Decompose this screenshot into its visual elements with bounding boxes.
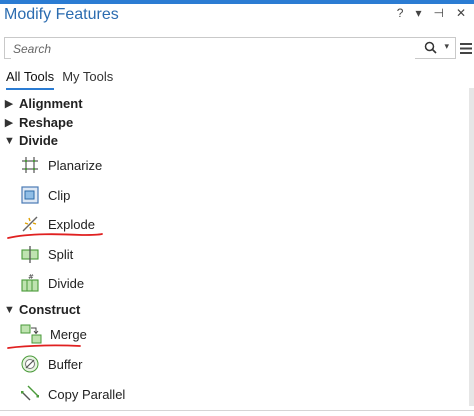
category-construct[interactable]: ▼ Construct [4, 302, 80, 317]
close-icon[interactable]: ✕ [456, 6, 466, 20]
tool-planarize[interactable]: Planarize [20, 154, 102, 176]
tool-label: Copy Parallel [48, 386, 126, 402]
tool-tabs: All Tools My Tools [6, 68, 113, 90]
buffer-icon [20, 354, 40, 374]
pin-icon[interactable]: ⊣ [433, 6, 443, 20]
options-dropdown-icon[interactable]: ▾ [415, 6, 421, 20]
divider [0, 410, 474, 411]
category-label: Reshape [19, 115, 74, 130]
copy-parallel-icon [20, 384, 40, 404]
tool-label: Clip [48, 187, 71, 203]
search-icon[interactable] [424, 41, 437, 59]
red-underline-annotation [7, 233, 103, 239]
search-options-chevron-icon[interactable]: ▾ [444, 41, 449, 52]
svg-text:#: # [28, 273, 34, 281]
category-label: Construct [19, 302, 81, 317]
split-icon [20, 244, 40, 264]
red-underline-annotation [7, 344, 81, 349]
chevron-down-icon: ▼ [4, 134, 15, 147]
clip-icon [20, 185, 40, 205]
planarize-icon [20, 155, 40, 175]
tool-label: Split [48, 246, 74, 262]
chevron-right-icon: ▶ [4, 98, 14, 110]
help-icon[interactable]: ? [397, 6, 404, 20]
tool-buffer[interactable]: Buffer [20, 353, 82, 375]
tab-all-tools[interactable]: All Tools [6, 68, 55, 90]
window-top-accent [0, 0, 474, 4]
tool-label: Planarize [48, 157, 103, 173]
scrollbar[interactable] [469, 88, 474, 406]
search-box: ▾ [4, 37, 456, 60]
category-label: Divide [19, 133, 59, 148]
tool-label: Buffer [48, 356, 83, 372]
tool-split[interactable]: Split [20, 243, 73, 265]
tool-divide[interactable]: # Divide [20, 272, 84, 294]
search-input[interactable] [11, 38, 415, 60]
category-reshape[interactable]: ▶ Reshape [4, 115, 73, 130]
chevron-down-icon: ▼ [4, 303, 15, 316]
pane-controls: ? ▾ ⊣ ✕ [397, 6, 466, 20]
tool-clip[interactable]: Clip [20, 184, 70, 206]
chevron-right-icon: ▶ [4, 117, 14, 129]
category-label: Alignment [19, 96, 83, 111]
divide-icon: # [20, 273, 40, 293]
menu-icon[interactable] [460, 41, 472, 59]
category-divide[interactable]: ▼ Divide [4, 133, 58, 148]
tool-label: Divide [48, 275, 85, 291]
pane-title: Modify Features [4, 6, 119, 23]
tab-my-tools[interactable]: My Tools [62, 68, 113, 90]
tool-copy-parallel[interactable]: Copy Parallel [20, 383, 125, 405]
category-alignment[interactable]: ▶ Alignment [4, 96, 83, 111]
